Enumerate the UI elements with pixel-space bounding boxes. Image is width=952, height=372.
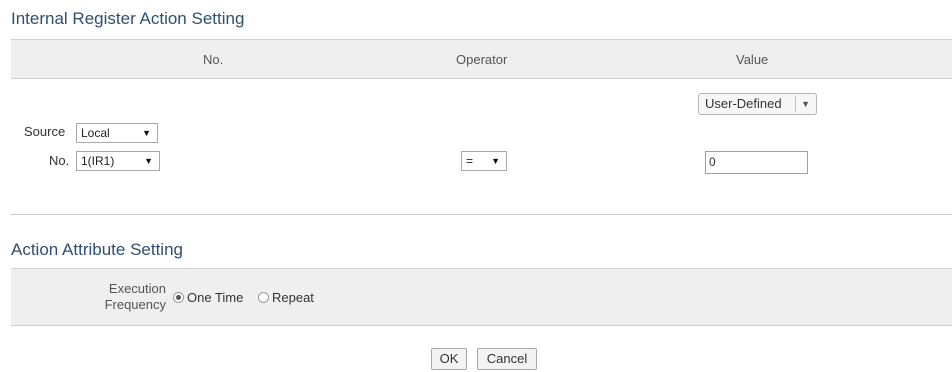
attribute-section-title: Action Attribute Setting <box>11 240 183 259</box>
radio-one-time[interactable]: One Time <box>173 290 243 305</box>
attribute-row: Execution Frequency One Time Repeat <box>11 268 952 326</box>
radio-repeat[interactable]: Repeat <box>258 290 314 305</box>
value-type-text: User-Defined <box>705 96 782 111</box>
register-section-title: Internal Register Action Setting <box>11 9 245 28</box>
chevron-down-icon: ▼ <box>142 128 151 138</box>
source-select-value: Local <box>81 126 110 140</box>
chevron-down-icon: ▼ <box>491 156 500 166</box>
source-label: Source <box>24 124 66 139</box>
execution-frequency-label-line2: Frequency <box>104 297 166 312</box>
register-no-select-value: 1(IR1) <box>81 154 115 168</box>
register-no-select[interactable]: 1(IR1) ▼ <box>76 151 160 171</box>
column-header-value: Value <box>736 52 769 67</box>
column-header-no: No. <box>203 52 224 67</box>
execution-frequency-label: Execution Frequency <box>11 281 166 313</box>
chevron-down-icon: ▼ <box>144 156 153 166</box>
operator-select-value: = <box>466 154 474 168</box>
value-input[interactable]: 0 <box>705 151 808 174</box>
value-type-divider <box>795 96 796 112</box>
radio-checked-icon[interactable] <box>173 292 184 303</box>
radio-unchecked-icon[interactable] <box>258 292 269 303</box>
radio-one-time-label: One Time <box>187 290 244 305</box>
no-label: No. <box>49 153 70 168</box>
column-header-operator: Operator <box>456 52 508 67</box>
section-divider <box>11 214 952 215</box>
chevron-down-icon: ▼ <box>801 99 810 109</box>
execution-frequency-label-line1: Execution <box>108 281 166 296</box>
radio-repeat-label: Repeat <box>272 290 314 305</box>
ok-button[interactable]: OK <box>431 348 467 370</box>
cancel-button[interactable]: Cancel <box>477 348 537 370</box>
value-type-select[interactable]: User-Defined ▼ <box>698 93 817 115</box>
operator-select[interactable]: = ▼ <box>461 151 507 171</box>
table-header: No. Operator Value <box>11 39 952 79</box>
source-select[interactable]: Local ▼ <box>76 123 158 143</box>
